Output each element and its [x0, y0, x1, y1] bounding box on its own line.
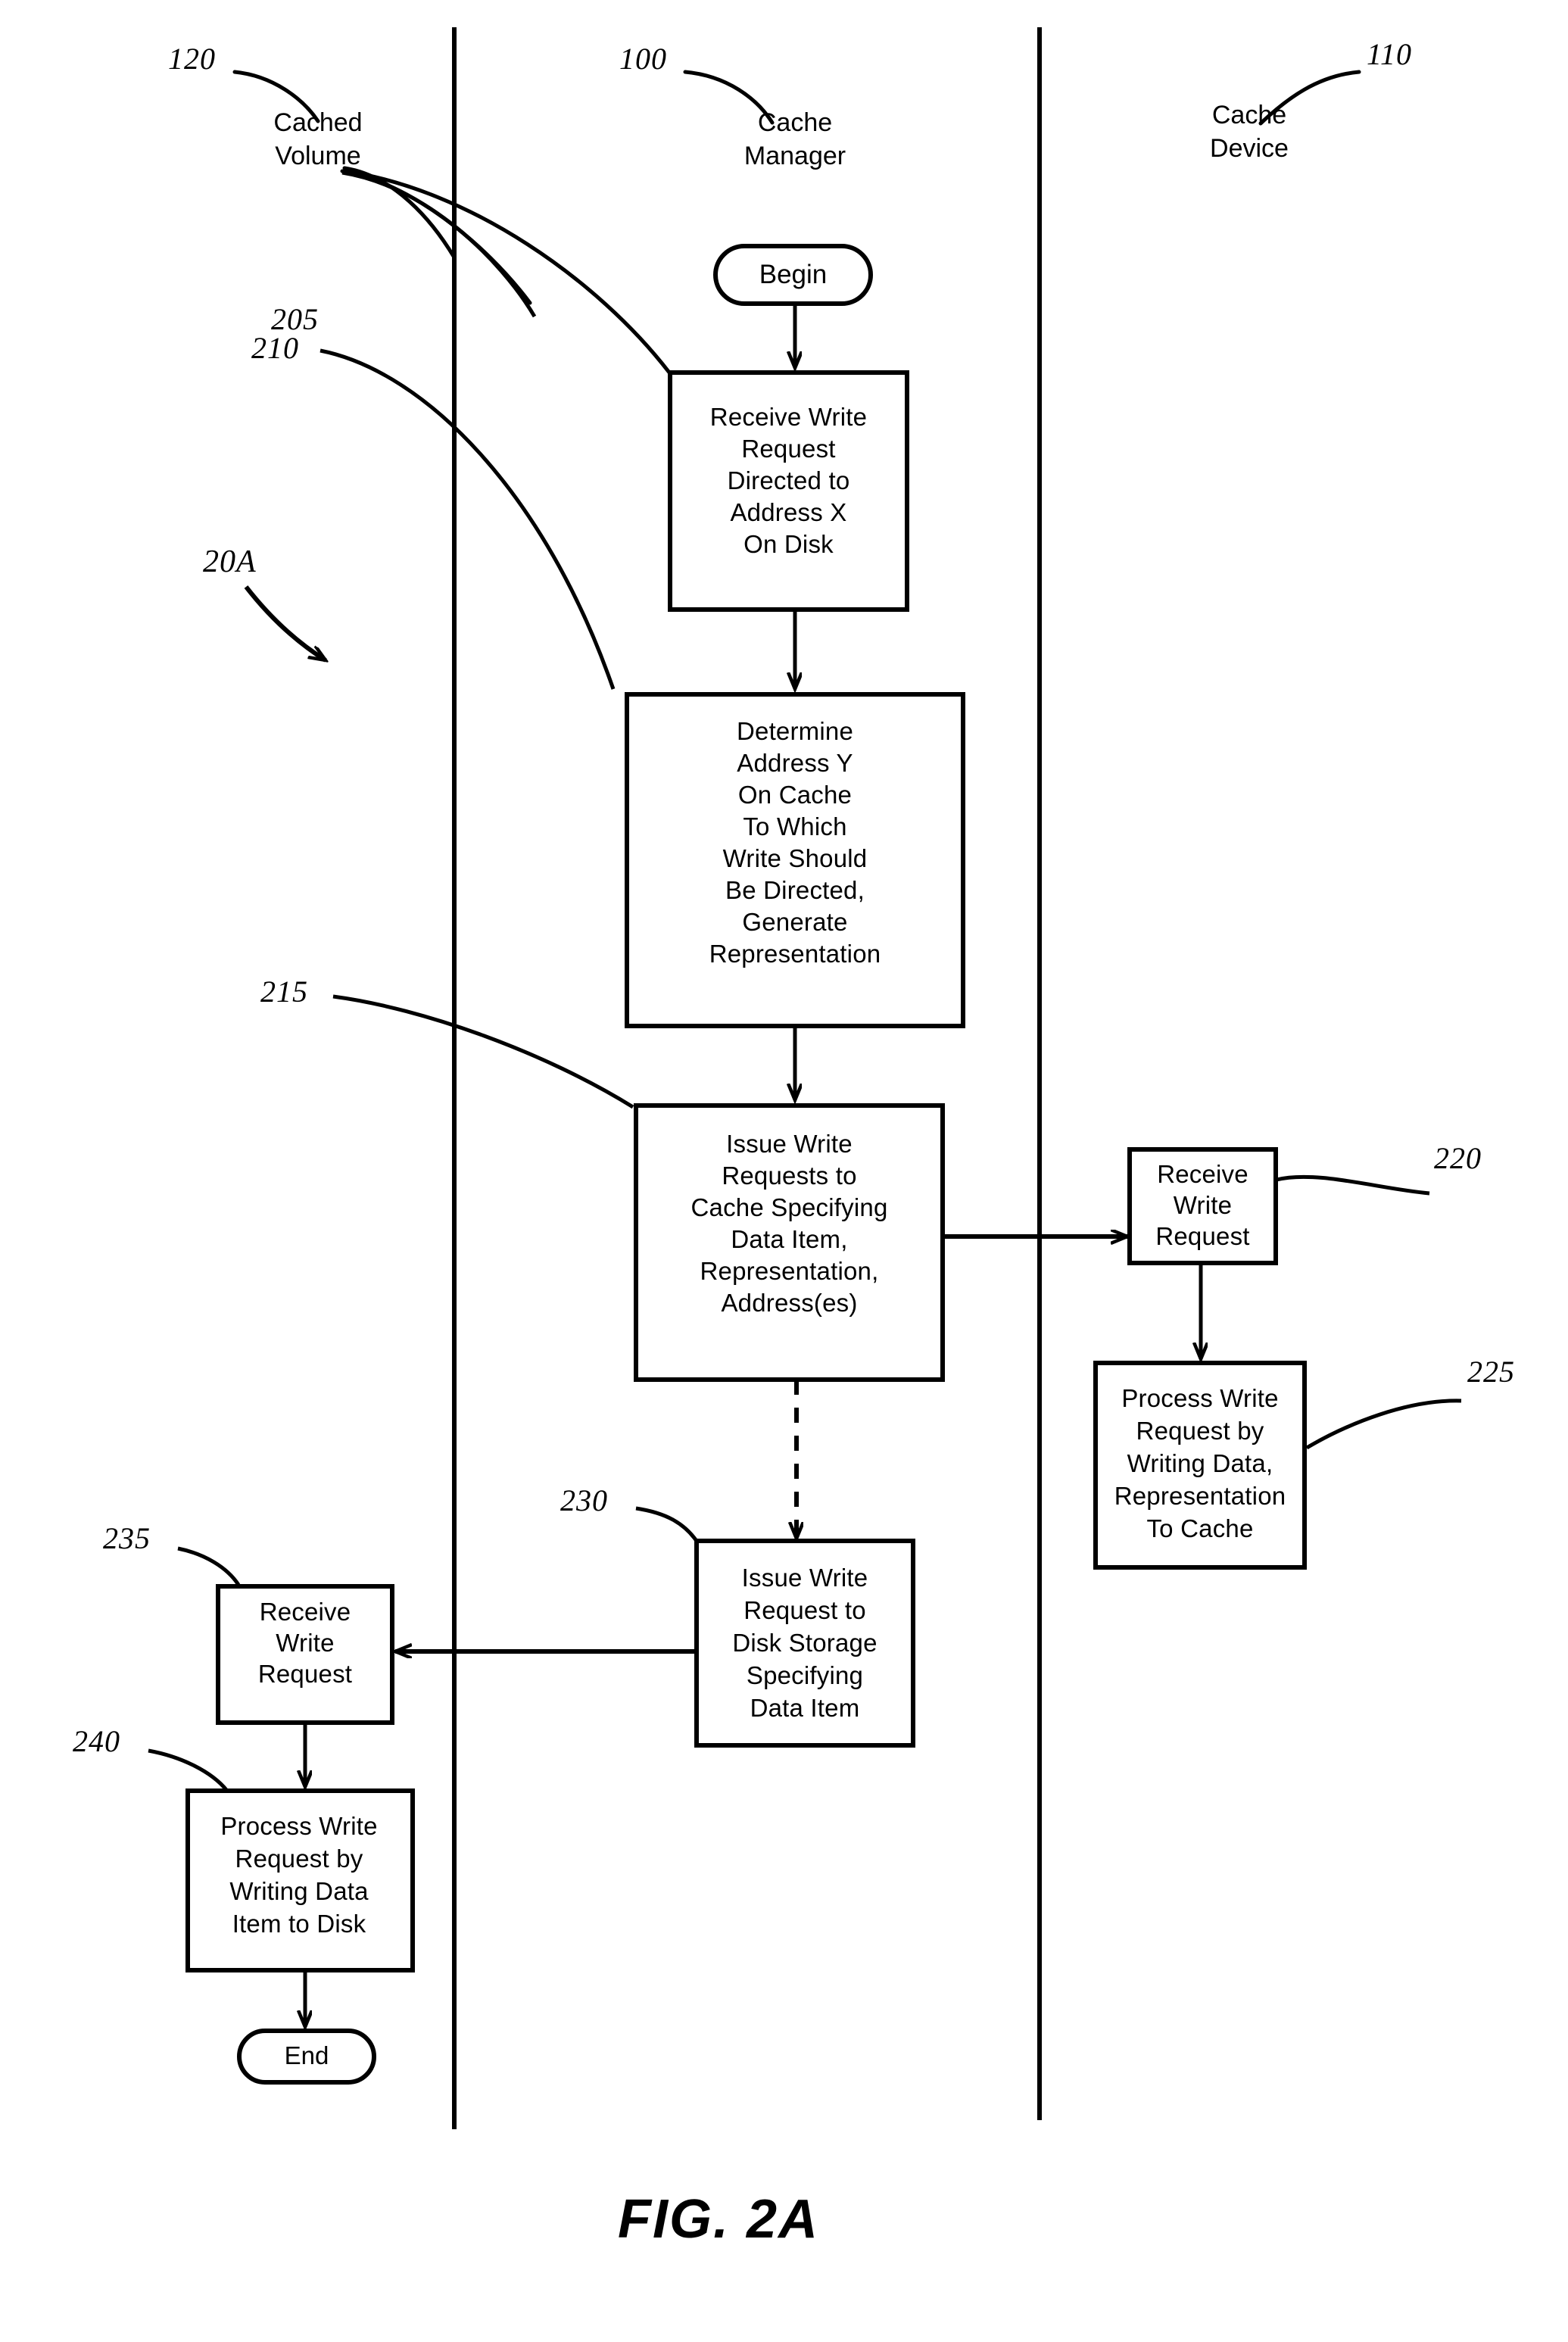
leader-line-215: [332, 994, 634, 1109]
reference-numeral-20a: 20A: [203, 544, 257, 579]
reference-numeral-240: 240: [73, 1724, 120, 1758]
diagram-ref-arrow-20a: [244, 585, 326, 660]
node-label-205: Receive Write Request Directed to Addres…: [709, 403, 868, 558]
reference-numeral-110: 110: [1367, 37, 1413, 71]
leader-line-220: [1276, 1174, 1430, 1196]
node-label-210: Determine Address Y On Cache To Which Wr…: [709, 717, 881, 968]
begin-terminal-label: Begin: [759, 260, 828, 289]
node-label-230: Issue Write Request to Disk Storage Spec…: [732, 1564, 878, 1722]
reference-numeral-215: 215: [260, 975, 308, 1009]
end-terminal-label: End: [284, 2041, 329, 2069]
reference-numeral-235: 235: [103, 1521, 151, 1555]
leader-line-205-b: [344, 169, 671, 374]
lane-label-cached-volume: Cached Volume: [273, 108, 363, 170]
leader-line-210: [320, 348, 616, 690]
lane-label-cache-device: Cache Device: [1210, 101, 1289, 163]
node-label-240: Process Write Request by Writing Data It…: [220, 1812, 378, 1938]
lane-label-cache-manager: Cache Manager: [743, 108, 846, 170]
reference-numeral-210: 210: [251, 331, 299, 365]
leader-line-240: [148, 1748, 229, 1792]
node-label-225: Process Write Request by Writing Data, R…: [1114, 1384, 1286, 1542]
reference-numeral-100: 100: [619, 42, 667, 76]
node-label-235: Receive Write Request: [257, 1598, 353, 1688]
reference-numeral-220: 220: [1434, 1141, 1482, 1175]
leader-205: [340, 169, 532, 305]
node-label-215: Issue Write Requests to Cache Specifying…: [690, 1130, 888, 1317]
figure-caption: FIG. 2A: [618, 2189, 820, 2250]
leader-line-205: [341, 170, 537, 318]
leader-line-230: [635, 1506, 700, 1545]
patent-figure-page: Cached Volume Cache Manager Cache Device…: [0, 0, 1568, 2342]
leader-line-225: [1305, 1399, 1462, 1450]
reference-numeral-205: 205: [271, 302, 319, 336]
reference-numeral-225: 225: [1467, 1355, 1515, 1389]
node-label-220: Receive Write Request: [1155, 1160, 1250, 1250]
leader-line-235: [177, 1546, 241, 1586]
reference-numeral-120: 120: [168, 42, 216, 76]
reference-numeral-230: 230: [560, 1483, 608, 1517]
